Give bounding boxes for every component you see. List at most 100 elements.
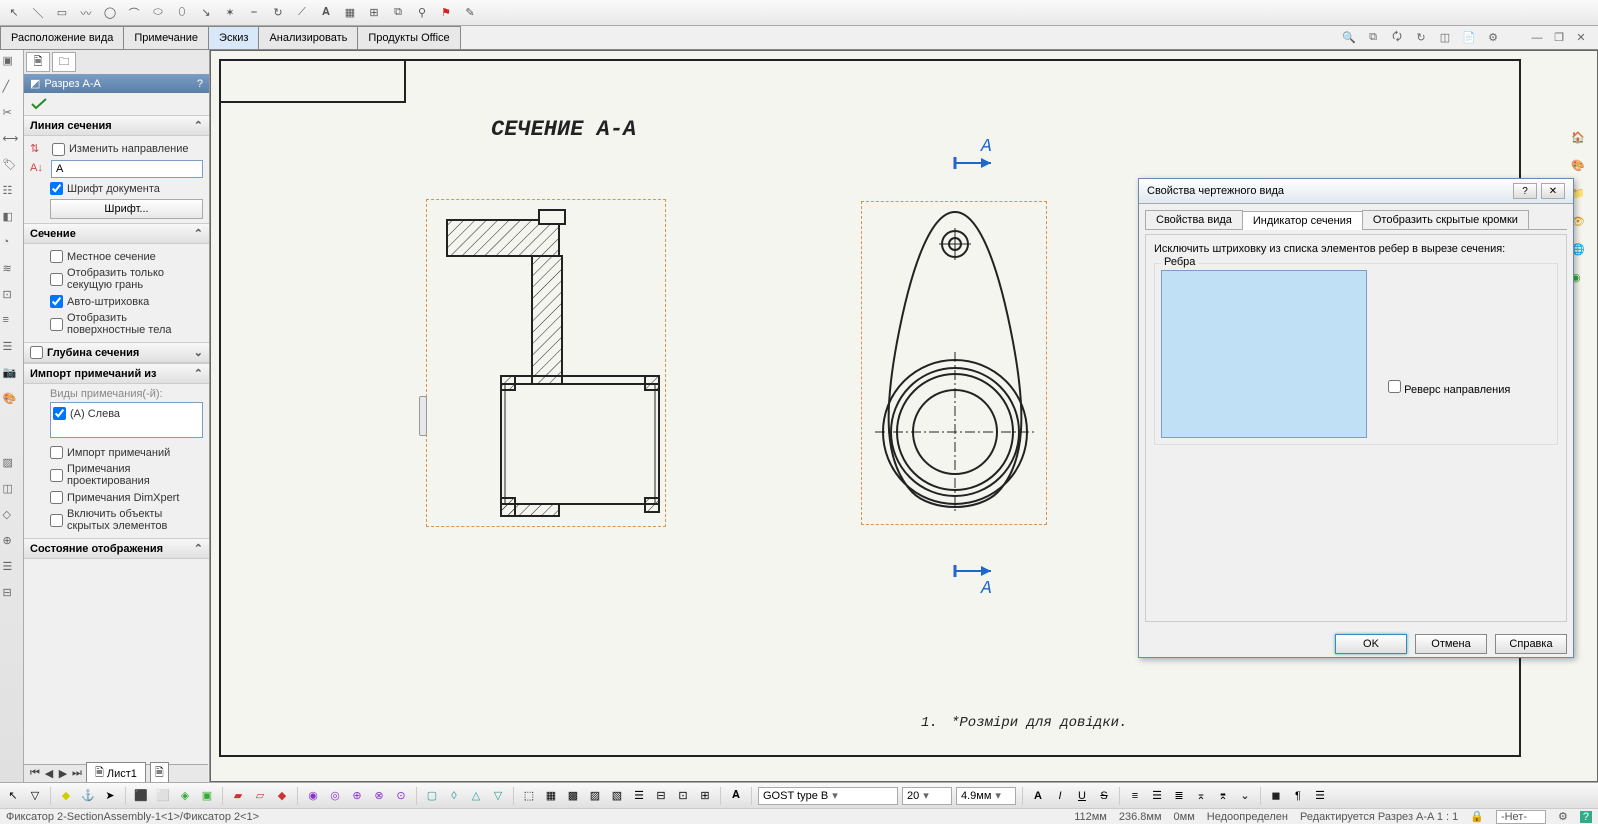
lt-dim-icon[interactable]: ⟷ <box>3 132 21 150</box>
section-icon[interactable]: 📄 <box>1460 29 1478 47</box>
tool-constraint-icon[interactable]: ⧉ <box>388 3 408 23</box>
tool-flag-icon[interactable]: ⚑ <box>436 3 456 23</box>
depth-header[interactable]: Глубина сечения⌄ <box>24 342 209 363</box>
bb-filter-icon[interactable]: ▽ <box>26 787 44 805</box>
include-hidden-checkbox[interactable] <box>50 514 63 527</box>
bb-green2-icon[interactable]: ⬜ <box>154 787 172 805</box>
lt-crop-icon[interactable]: ⊡ <box>3 288 21 306</box>
bb-strike-icon[interactable]: S <box>1095 787 1113 805</box>
lt-ref-icon[interactable]: ⊕ <box>3 534 21 552</box>
font-name-combo[interactable]: GOST type B▾ <box>758 787 898 805</box>
dialog-ok-button[interactable]: OK <box>1335 634 1407 654</box>
tool-text-icon[interactable]: ↻ <box>268 3 288 23</box>
pp-tab-feature-icon[interactable]: 🗎 <box>26 52 50 72</box>
sheet-first-icon[interactable]: ⏮ <box>28 767 42 780</box>
tab-office[interactable]: Продукты Office <box>357 26 460 49</box>
bb-cyan1-icon[interactable]: ▢ <box>423 787 441 805</box>
bb-text-icon[interactable]: 𝐀 <box>727 787 745 805</box>
bb-align-center-icon[interactable]: ☰ <box>1148 787 1166 805</box>
bb-align-right-icon[interactable]: ≣ <box>1170 787 1188 805</box>
rt-view-icon[interactable]: 👁 <box>1571 215 1591 235</box>
bb-grey7-icon[interactable]: ⊟ <box>652 787 670 805</box>
sheet-next-icon[interactable]: ▶ <box>56 767 70 780</box>
rt-appearance-icon[interactable]: 🎨 <box>1571 159 1591 179</box>
change-direction-checkbox[interactable] <box>52 143 65 156</box>
cut-only-checkbox[interactable] <box>50 273 63 286</box>
rt-home-icon[interactable]: 🏠 <box>1571 131 1591 151</box>
edges-listbox[interactable] <box>1161 270 1367 438</box>
bb-arrow-icon[interactable]: ➤ <box>101 787 119 805</box>
panel-splitter[interactable] <box>419 51 427 781</box>
tool-spline-icon[interactable]: 〰 <box>76 3 96 23</box>
window-close-icon[interactable]: ✕ <box>1572 29 1590 47</box>
dialog-tab-section-indicator[interactable]: Индикатор сечения <box>1242 211 1363 230</box>
bb-grey8-icon[interactable]: ⊡ <box>674 787 692 805</box>
tool-slot-icon[interactable]: ⬯ <box>172 3 192 23</box>
collapse-icon-4[interactable]: ⌃ <box>194 542 203 555</box>
bb-align-bot-icon[interactable]: ⌄ <box>1236 787 1254 805</box>
options-icon[interactable]: ⚙ <box>1484 29 1502 47</box>
view-a-checkbox[interactable] <box>53 407 66 420</box>
rt-globe-icon[interactable]: 🌐 <box>1571 243 1591 263</box>
status-layer-combo[interactable]: -Нет- <box>1496 810 1546 824</box>
collapse-icon[interactable]: ⌃ <box>194 119 203 132</box>
bb-anchor-icon[interactable]: ⚓ <box>79 787 97 805</box>
bb-red1-icon[interactable]: ▰ <box>229 787 247 805</box>
tool-circle-icon[interactable]: ◯ <box>100 3 120 23</box>
bb-layer-icon[interactable]: ☰ <box>1311 787 1329 805</box>
tool-script-icon[interactable]: ✎ <box>460 3 480 23</box>
lt-line-icon[interactable]: ╱ <box>3 80 21 98</box>
dialog-cancel-button[interactable]: Отмена <box>1415 634 1487 654</box>
bb-purple4-icon[interactable]: ⊗ <box>370 787 388 805</box>
display-state-header[interactable]: Состояние отображения⌃ <box>24 538 209 559</box>
tab-annotation[interactable]: Примечание <box>123 26 209 49</box>
font-button[interactable]: Шрифт... <box>50 199 203 219</box>
front-view[interactable] <box>861 201 1047 525</box>
bb-purple2-icon[interactable]: ◎ <box>326 787 344 805</box>
bb-purple3-icon[interactable]: ⊕ <box>348 787 366 805</box>
status-lock-icon[interactable]: 🔒 <box>1470 810 1484 823</box>
dim-value-combo[interactable]: 4.9мм▾ <box>956 787 1016 805</box>
tab-view-layout[interactable]: Расположение вида <box>0 26 124 49</box>
bb-red2-icon[interactable]: ▱ <box>251 787 269 805</box>
lt-break-icon[interactable]: ≋ <box>3 262 21 280</box>
bb-grey2-icon[interactable]: ▦ <box>542 787 560 805</box>
import-header[interactable]: Импорт примечаний из⌃ <box>24 363 209 384</box>
sheet-tab-1[interactable]: 🗎Лист1 <box>86 762 146 782</box>
status-config-icon[interactable]: ⚙ <box>1558 810 1568 823</box>
lt-render-icon[interactable]: 🎨 <box>3 392 21 410</box>
lt-block-icon[interactable]: ◫ <box>3 482 21 500</box>
pp-tab-property-icon[interactable]: 🗀 <box>52 52 76 72</box>
zoom-fit-icon[interactable]: 🔍 <box>1340 29 1358 47</box>
sheet-last-icon[interactable]: ⏭ <box>70 767 84 780</box>
bb-para-icon[interactable]: ¶ <box>1289 787 1307 805</box>
tool-star-icon[interactable]: ✶ <box>220 3 240 23</box>
font-size-combo[interactable]: 20▾ <box>902 787 952 805</box>
collapse-icon-2[interactable]: ⌃ <box>194 227 203 240</box>
expand-icon[interactable]: ⌄ <box>194 346 203 359</box>
bb-cyan2-icon[interactable]: ◊ <box>445 787 463 805</box>
help-icon[interactable]: ? <box>197 78 203 90</box>
section-label-input[interactable] <box>51 160 203 178</box>
bb-align-left-icon[interactable]: ≡ <box>1126 787 1144 805</box>
tool-ref-icon[interactable]: ⚲ <box>412 3 432 23</box>
bb-yellow-icon[interactable]: ◆ <box>57 787 75 805</box>
dialog-help-icon[interactable]: ? <box>1513 183 1537 199</box>
tool-arc-icon[interactable]: ⌒ <box>124 3 144 23</box>
window-minimize-icon[interactable]: — <box>1528 29 1546 47</box>
proj-notes-checkbox[interactable] <box>50 469 63 482</box>
document-font-checkbox[interactable] <box>50 182 63 195</box>
bb-align-top-icon[interactable]: ⌅ <box>1192 787 1210 805</box>
sheet-add-tab[interactable]: 🗎 <box>150 762 169 782</box>
collapse-icon-3[interactable]: ⌃ <box>194 367 203 380</box>
dialog-tab-hidden-edges[interactable]: Отобразить скрытые кромки <box>1362 210 1529 229</box>
section-view-a-a[interactable] <box>426 199 666 527</box>
bb-red3-icon[interactable]: ◆ <box>273 787 291 805</box>
tool-grid-icon[interactable]: ⊞ <box>364 3 384 23</box>
window-restore-icon[interactable]: ❐ <box>1550 29 1568 47</box>
tool-ellipse-icon[interactable]: ⬭ <box>148 3 168 23</box>
ok-check-icon[interactable] <box>30 97 48 111</box>
section-header[interactable]: Сечение⌃ <box>24 223 209 244</box>
bb-cyan3-icon[interactable]: △ <box>467 787 485 805</box>
dialog-close-icon[interactable]: ✕ <box>1541 183 1565 199</box>
